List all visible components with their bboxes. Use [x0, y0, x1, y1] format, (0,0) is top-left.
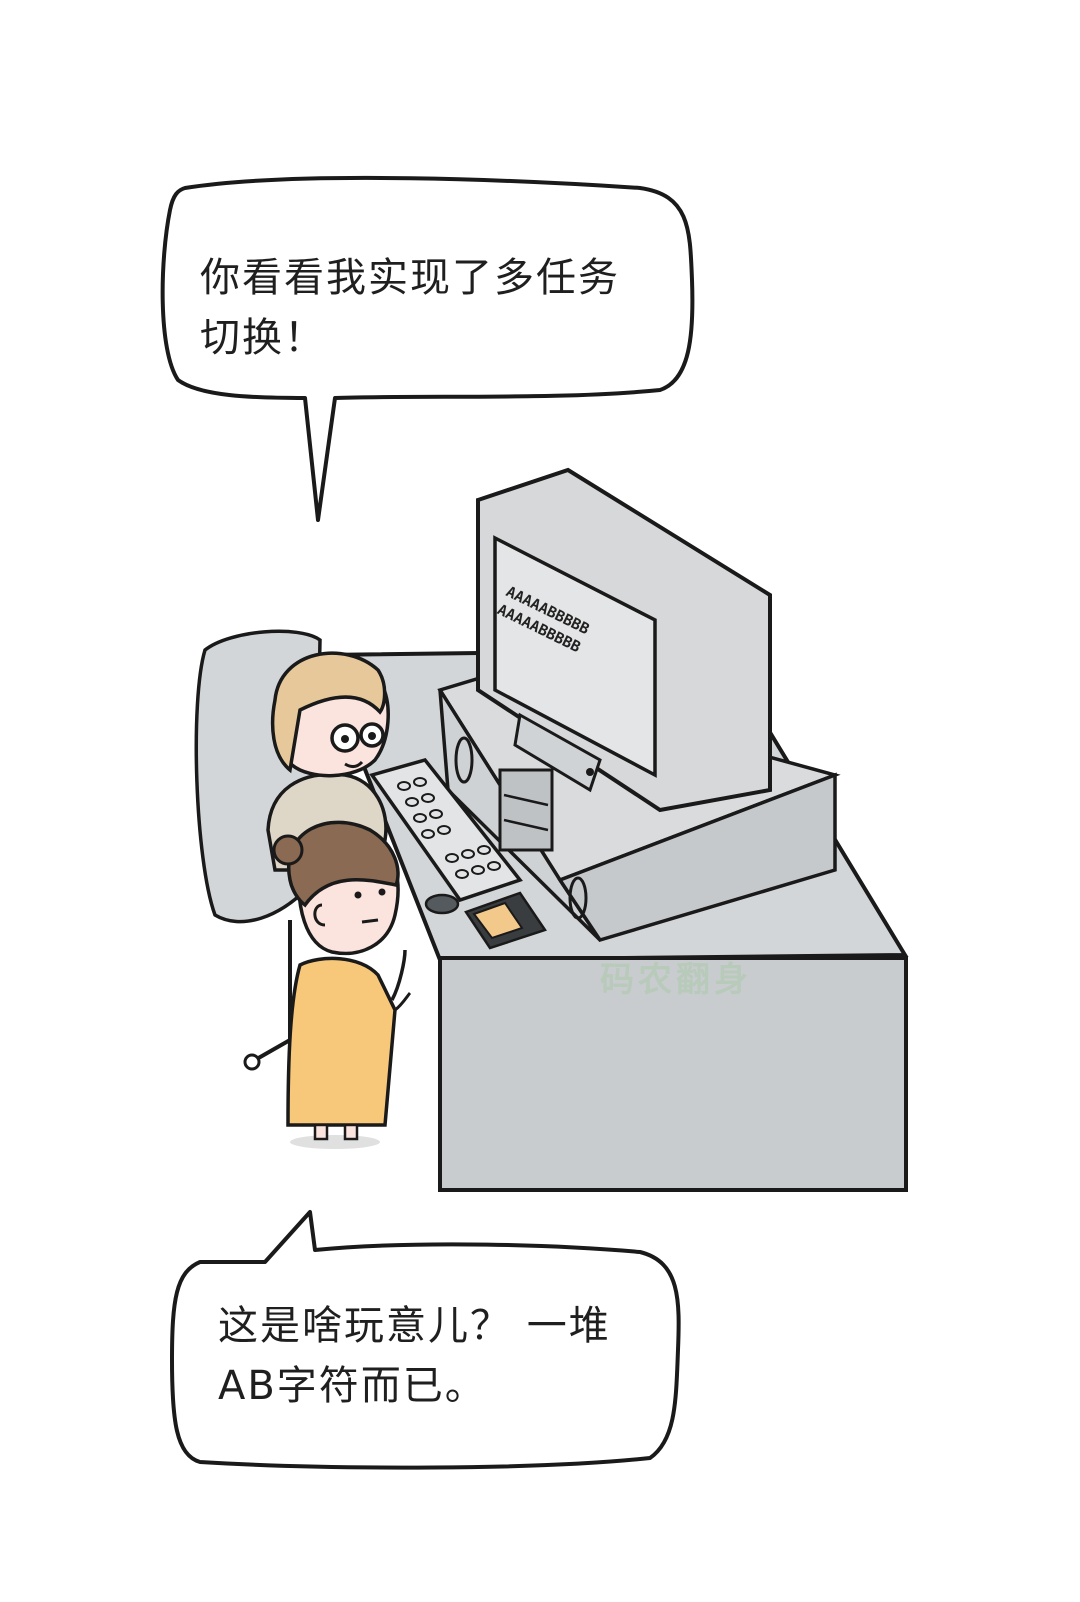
speech-text-bottom: 这是啥玩意儿？ 一堆 AB字符而已。: [218, 1296, 611, 1416]
girl-character: [272, 820, 412, 1149]
speech-bottom-line-2: AB字符而已。: [218, 1363, 487, 1409]
watermark-logo: 码农翻身: [600, 960, 752, 1000]
speech-top-line-2: 切换！: [200, 315, 326, 361]
speech-text-top: 你看看我实现了多任务 切换！: [200, 248, 620, 368]
mouse: [424, 893, 460, 915]
speech-top-line-1: 你看看我实现了多任务: [200, 255, 620, 301]
speech-bottom-line-1: 这是啥玩意儿？ 一堆: [218, 1303, 611, 1349]
